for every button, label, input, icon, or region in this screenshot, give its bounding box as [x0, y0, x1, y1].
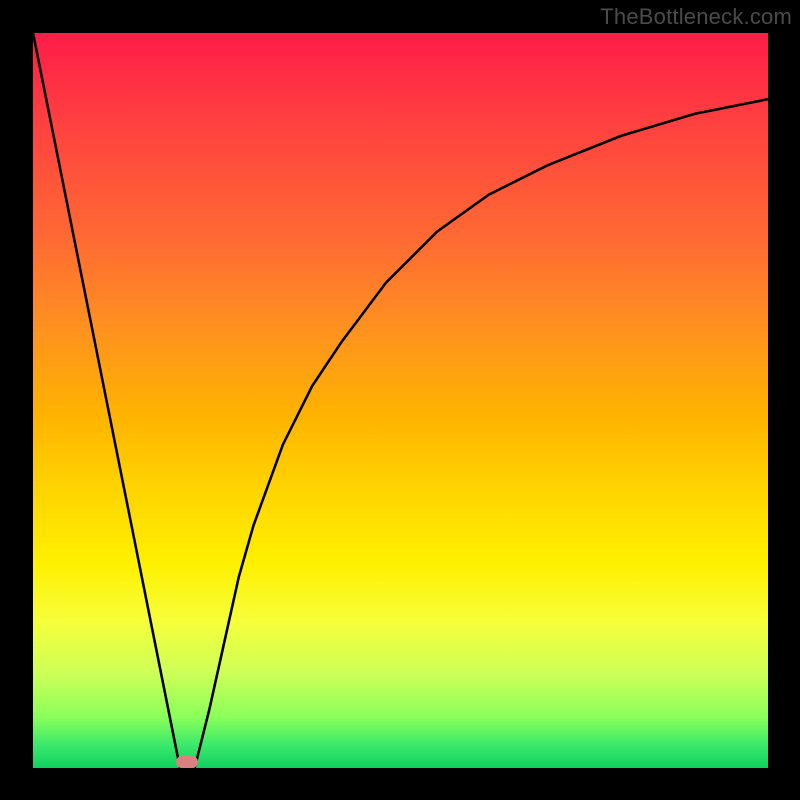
bottleneck-marker — [176, 756, 198, 768]
plot-area — [33, 33, 768, 768]
curve-left — [33, 33, 180, 768]
curve-svg — [33, 33, 768, 768]
chart-frame: TheBottleneck.com — [0, 0, 800, 800]
watermark-text: TheBottleneck.com — [600, 4, 792, 30]
curve-right — [195, 99, 768, 768]
